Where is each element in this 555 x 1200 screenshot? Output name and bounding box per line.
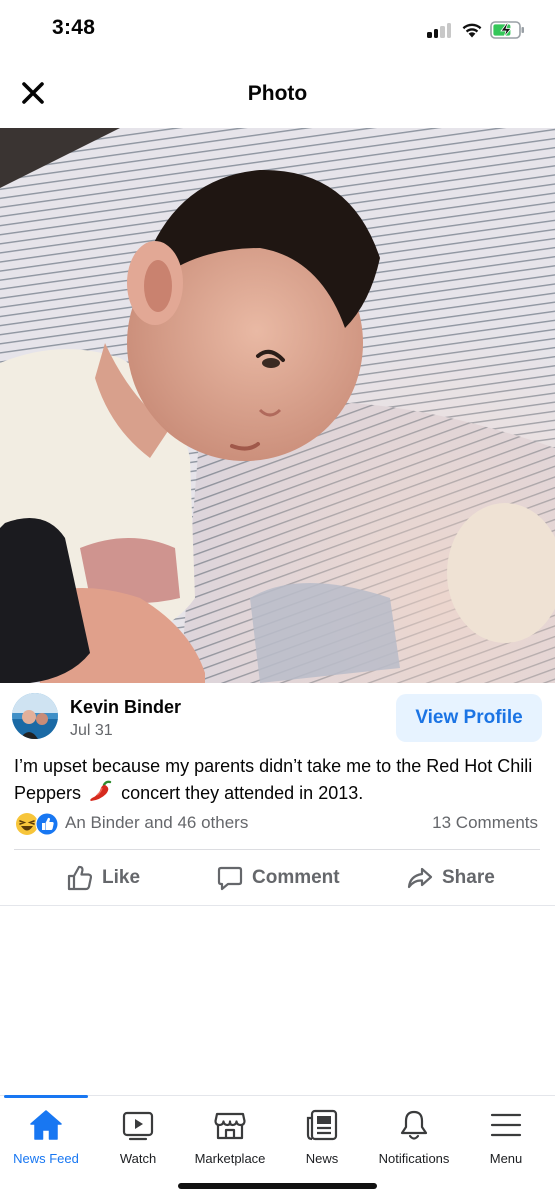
reaction-icons[interactable] — [14, 811, 60, 837]
menu-icon — [490, 1113, 522, 1137]
watch-icon — [122, 1111, 154, 1141]
page-title: Photo — [247, 82, 308, 105]
tab-label: Menu — [489, 1151, 523, 1166]
post-text: I’m upset because my parents didn’t take… — [14, 753, 544, 810]
tab-label: Notifications — [378, 1151, 450, 1166]
comment-icon — [217, 866, 243, 891]
like-label: Like — [102, 867, 141, 888]
photo-image — [0, 128, 555, 683]
like-button[interactable]: Like — [66, 851, 140, 905]
home-indicator — [178, 1183, 377, 1189]
bottom-tab-bar: News Feed Watch Marketplace News Notific… — [0, 1095, 555, 1200]
comment-label: Comment — [252, 867, 340, 888]
hot-pepper-emoji — [88, 779, 114, 810]
news-icon — [306, 1109, 338, 1141]
divider — [14, 849, 540, 850]
comments-count[interactable]: 13 Comments — [432, 813, 538, 833]
status-time: 3:48 — [52, 16, 96, 39]
share-button[interactable]: Share — [406, 851, 495, 905]
like-icon — [35, 812, 59, 836]
home-icon — [30, 1110, 62, 1140]
tab-menu[interactable]: Menu — [460, 1106, 552, 1168]
signal-icon — [427, 22, 453, 38]
tab-watch[interactable]: Watch — [92, 1106, 184, 1168]
reactions-row: An Binder and 46 others 13 Comments — [14, 810, 540, 838]
post-text-part-2: concert they attended in 2013. — [116, 783, 364, 803]
section-divider — [0, 905, 555, 906]
top-header: Photo — [0, 62, 555, 128]
status-bar: 3:48 — [0, 0, 555, 62]
bell-icon — [400, 1110, 428, 1140]
battery-charging-icon — [490, 21, 524, 39]
post-action-bar: Like Comment Share — [0, 851, 555, 905]
post-author-row: Kevin Binder Jul 31 View Profile — [12, 693, 542, 745]
tab-notifications[interactable]: Notifications — [368, 1106, 460, 1168]
active-tab-indicator — [4, 1095, 88, 1098]
tab-label: Marketplace — [194, 1151, 266, 1166]
tab-label: News Feed — [13, 1151, 79, 1166]
thumbs-up-icon — [67, 865, 93, 891]
tab-marketplace[interactable]: Marketplace — [184, 1106, 276, 1168]
author-name[interactable]: Kevin Binder — [70, 697, 181, 718]
tab-label: Watch — [119, 1151, 157, 1166]
haha-icon — [16, 813, 38, 835]
comment-button[interactable]: Comment — [216, 851, 340, 905]
post-photo[interactable] — [0, 128, 555, 683]
view-profile-button[interactable]: View Profile — [396, 694, 542, 742]
tab-label: News — [305, 1151, 339, 1166]
marketplace-icon — [214, 1112, 246, 1140]
avatar[interactable] — [12, 693, 58, 739]
reactions-summary[interactable]: An Binder and 46 others — [65, 813, 248, 833]
wifi-icon — [462, 23, 482, 38]
tab-news[interactable]: News — [276, 1106, 368, 1168]
post-date[interactable]: Jul 31 — [70, 722, 113, 740]
share-label: Share — [442, 867, 495, 888]
tab-news-feed[interactable]: News Feed — [0, 1106, 92, 1168]
share-icon — [407, 867, 433, 889]
